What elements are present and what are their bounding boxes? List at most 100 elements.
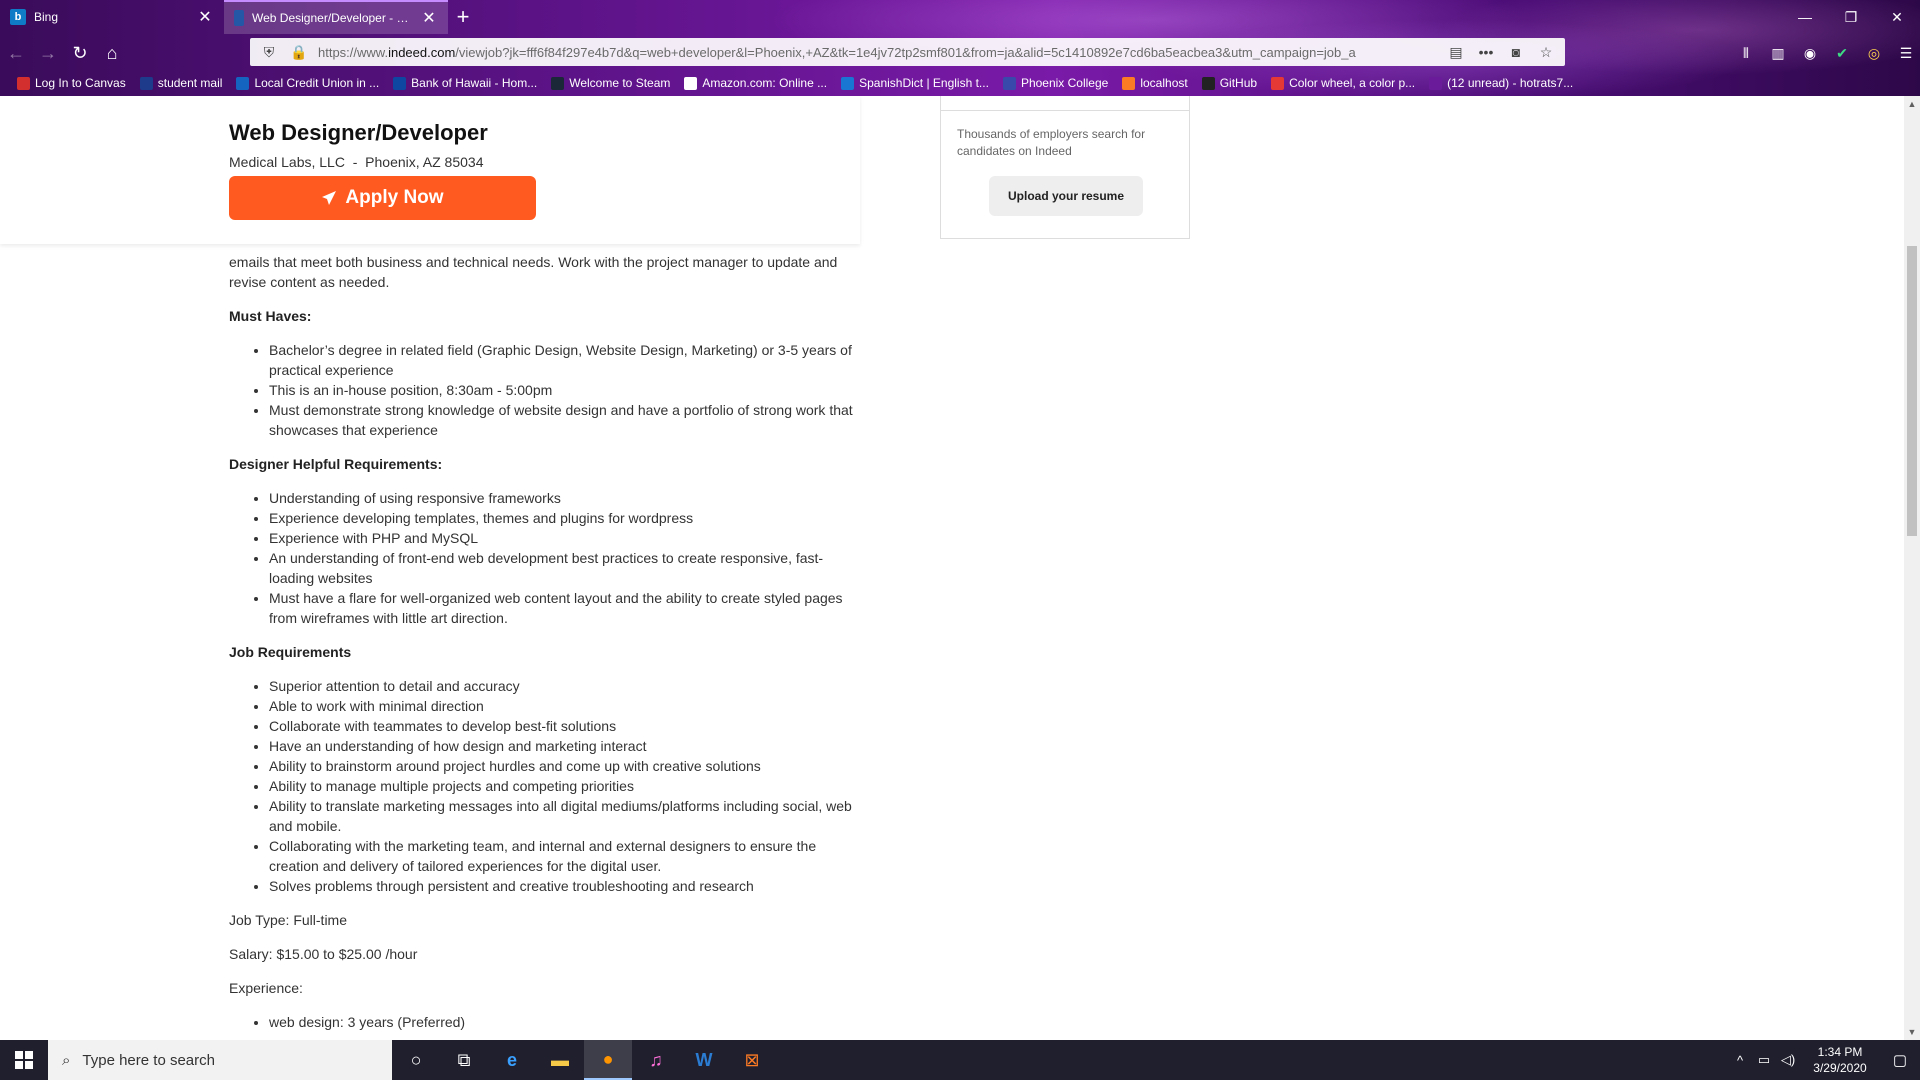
tab-indeed[interactable]: Web Designer/Developer - Pho ✕ <box>224 0 448 34</box>
scroll-down-arrow[interactable]: ▼ <box>1904 1024 1920 1040</box>
itunes-icon[interactable]: ♫ <box>632 1040 680 1080</box>
close-icon[interactable]: ✕ <box>420 8 438 28</box>
bookmark-item[interactable]: student mail <box>133 76 230 90</box>
library-icon[interactable]: ⫴ <box>1732 39 1760 67</box>
indeed-icon <box>234 10 244 26</box>
list-item: Have an understanding of how design and … <box>269 736 859 756</box>
task-view-icon[interactable]: ⧉ <box>440 1040 488 1080</box>
bookmark-item[interactable]: Welcome to Steam <box>544 76 677 90</box>
windows-logo-icon <box>15 1051 33 1069</box>
reload-button[interactable]: ↻ <box>64 38 96 68</box>
more-actions-icon[interactable]: ••• <box>1475 44 1497 60</box>
pocket-icon[interactable]: ◙ <box>1505 44 1527 60</box>
tab-bing[interactable]: b Bing ✕ <box>0 0 224 34</box>
bookmark-item[interactable]: Color wheel, a color p... <box>1264 76 1422 90</box>
bookmark-favicon-icon <box>1002 76 1016 90</box>
bookmark-favicon-icon <box>841 76 855 90</box>
scroll-up-arrow[interactable]: ▲ <box>1904 96 1920 112</box>
send-icon <box>322 191 337 205</box>
sidebar-toggle-icon[interactable]: ▥ <box>1764 39 1792 67</box>
edge-icon[interactable]: e <box>488 1040 536 1080</box>
apply-now-button[interactable]: Apply Now <box>229 176 536 220</box>
show-hidden-icons-icon[interactable]: ^ <box>1728 1053 1752 1068</box>
xampp-icon[interactable]: ⊠ <box>728 1040 776 1080</box>
bookmark-item[interactable]: SpanishDict | English t... <box>834 76 996 90</box>
cortana-icon[interactable]: ○ <box>392 1040 440 1080</box>
upload-resume-button[interactable]: Upload your resume <box>989 176 1143 216</box>
extension-check-icon[interactable]: ✔ <box>1828 39 1856 67</box>
lock-icon[interactable]: 🔒 <box>288 44 310 61</box>
restore-button[interactable]: ❐ <box>1828 0 1874 34</box>
tab-strip: b Bing ✕ Web Designer/Developer - Pho ✕ … <box>0 0 1920 34</box>
list-item: An understanding of front-end web develo… <box>269 548 859 588</box>
firefox-icon[interactable]: ● <box>584 1040 632 1080</box>
close-window-button[interactable]: ✕ <box>1874 0 1920 34</box>
volume-icon[interactable]: ◁) <box>1776 1052 1800 1068</box>
bookmark-label: (12 unread) - hotrats7... <box>1447 76 1574 90</box>
list-item: Experience with PHP and MySQL <box>269 528 859 548</box>
list-item: Bachelor’s degree in related field (Grap… <box>269 340 859 380</box>
bookmark-item[interactable]: GitHub <box>1195 76 1264 90</box>
bookmark-item[interactable]: Local Credit Union in ... <box>229 76 386 90</box>
clock-time: 1:34 PM <box>1817 1045 1863 1059</box>
bookmark-label: Bank of Hawaii - Hom... <box>411 76 538 90</box>
bookmark-star-icon[interactable]: ☆ <box>1535 44 1557 61</box>
bookmark-item[interactable]: Bank of Hawaii - Hom... <box>386 76 544 90</box>
experience-label: Experience: <box>229 980 303 996</box>
shield-icon[interactable]: ⛨ <box>258 44 280 61</box>
notifications-icon[interactable]: ▢ <box>1880 1051 1920 1069</box>
bookmark-label: Log In to Canvas <box>35 76 126 90</box>
requirements-list: Superior attention to detail and accurac… <box>269 676 859 896</box>
bookmark-favicon-icon <box>1271 76 1285 90</box>
bookmark-favicon-icon <box>1201 76 1215 90</box>
bookmark-label: localhost <box>1140 76 1188 90</box>
bookmark-favicon-icon <box>1429 76 1443 90</box>
word-icon[interactable]: W <box>680 1040 728 1080</box>
network-icon[interactable]: ▭ <box>1752 1052 1776 1068</box>
list-item: Experience developing templates, themes … <box>269 508 859 528</box>
page-scrollbar[interactable]: ▲ ▼ <box>1904 96 1920 1040</box>
address-bar[interactable]: ⛨ 🔒 https://www.indeed.com/viewjob?jk=ff… <box>250 38 1565 66</box>
bookmark-favicon-icon <box>139 76 153 90</box>
list-item: Solves problems through persistent and c… <box>269 876 859 896</box>
bookmark-favicon-icon <box>236 76 250 90</box>
bookmark-item[interactable]: Log In to Canvas <box>10 76 133 90</box>
reader-view-icon[interactable]: ▤ <box>1445 44 1467 61</box>
apply-now-label: Apply Now <box>345 187 444 208</box>
clock[interactable]: 1:34 PM 3/29/2020 <box>1800 1044 1880 1076</box>
bookmark-label: SpanishDict | English t... <box>859 76 989 90</box>
bookmark-item[interactable]: Amazon.com: Online ... <box>677 76 834 90</box>
bookmark-favicon-icon <box>1122 76 1136 90</box>
close-icon[interactable]: ✕ <box>196 7 214 27</box>
bookmark-item[interactable]: localhost <box>1115 76 1194 90</box>
resume-upload-card: Thousands of employers search for candid… <box>940 96 1190 239</box>
bing-icon: b <box>10 9 26 25</box>
toolbar-right: ⫴ ▥ ◉ ✔ ◎ ☰ <box>1732 38 1920 68</box>
section-heading: Must Haves: <box>229 308 312 324</box>
card-divider <box>941 110 1189 111</box>
extension-search-icon[interactable]: ◎ <box>1860 39 1888 67</box>
taskbar-search[interactable]: ⌕ Type here to search <box>48 1040 392 1080</box>
forward-button[interactable]: → <box>32 38 64 68</box>
search-placeholder: Type here to search <box>82 1051 215 1069</box>
minimize-button[interactable]: — <box>1782 0 1828 34</box>
windows-start-button[interactable] <box>0 1040 48 1080</box>
bookmark-item[interactable]: (12 unread) - hotrats7... <box>1422 76 1580 90</box>
home-button[interactable]: ⌂ <box>96 38 128 68</box>
back-button[interactable]: ← <box>0 38 32 68</box>
menu-icon[interactable]: ☰ <box>1892 39 1920 67</box>
bookmark-favicon-icon <box>551 76 565 90</box>
bookmark-item[interactable]: Phoenix College <box>996 76 1115 90</box>
url-text[interactable]: https://www.indeed.com/viewjob?jk=fff6f8… <box>318 45 1437 60</box>
file-explorer-icon[interactable]: ▬ <box>536 1040 584 1080</box>
resume-card-text: Thousands of employers search for candid… <box>957 127 1146 158</box>
system-tray: ^ ▭ ◁) 1:34 PM 3/29/2020 ▢ <box>1728 1040 1920 1080</box>
account-icon[interactable]: ◉ <box>1796 39 1824 67</box>
new-tab-button[interactable]: + <box>448 0 478 34</box>
list-item: Ability to manage multiple projects and … <box>269 776 859 796</box>
job-description: emails that meet both business and techn… <box>229 252 859 1040</box>
scrollbar-thumb[interactable] <box>1907 246 1917 536</box>
bookmarks-bar: Log In to Canvas student mail Local Credit… <box>0 72 1920 94</box>
salary: Salary: $15.00 to $25.00 /hour <box>229 946 418 962</box>
list-item: Must have a flare for well-organized web… <box>269 588 859 628</box>
